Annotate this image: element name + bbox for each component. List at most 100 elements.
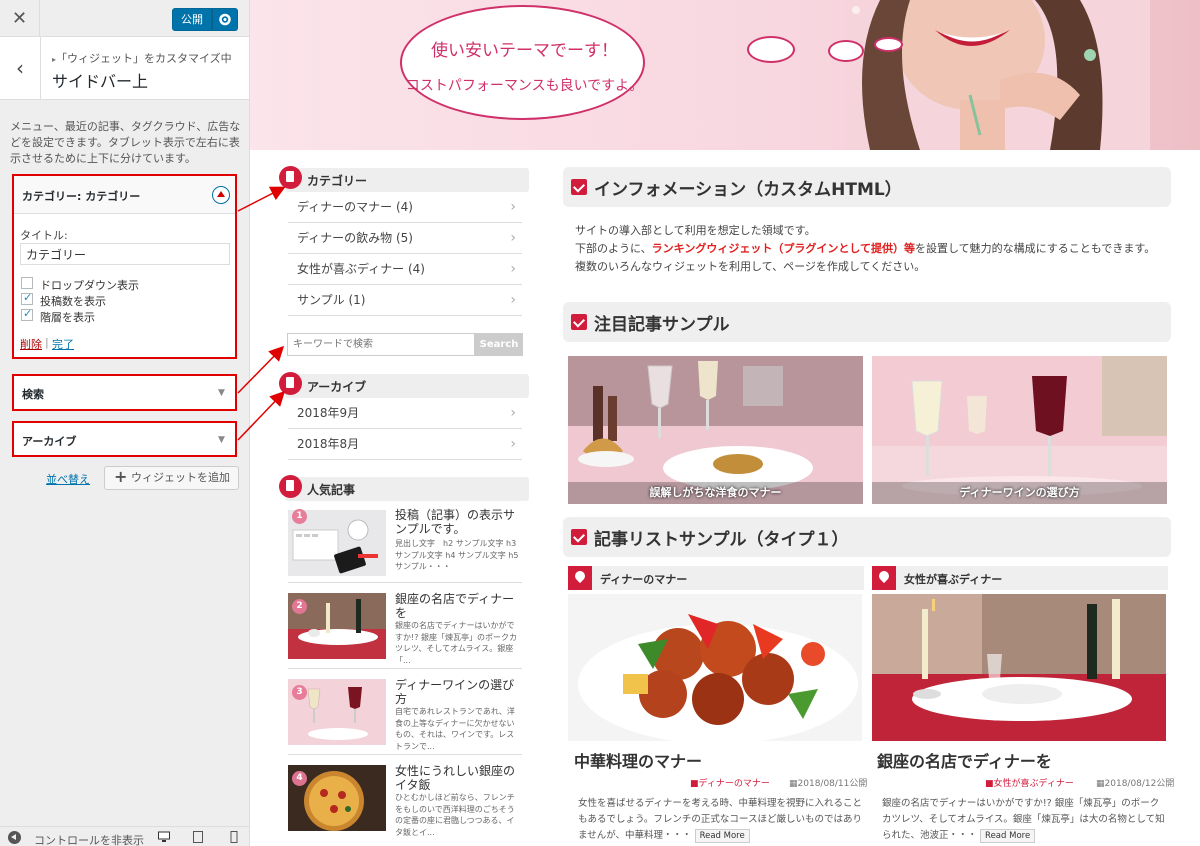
map-pin-icon <box>872 566 896 590</box>
widget-category-header[interactable]: カテゴリー: カテゴリー <box>14 176 235 214</box>
featured-post[interactable]: 誤解しがちな洋食のマナー <box>568 356 863 504</box>
close-icon[interactable]: ✕ <box>0 0 40 37</box>
search-input[interactable] <box>287 333 475 356</box>
breadcrumb: ▸「ウィジェット」をカスタマイズ中 <box>52 52 232 65</box>
checkbox-icon <box>571 529 587 545</box>
title-label: タイトル: <box>20 229 68 242</box>
widget-search[interactable]: 検索 ▼ <box>12 374 237 411</box>
tablet-icon[interactable] <box>192 831 204 843</box>
post-image[interactable] <box>568 594 862 741</box>
thought-bubble <box>874 37 903 52</box>
expand-icon[interactable]: ▼ <box>218 388 225 398</box>
document-icon <box>279 372 302 395</box>
info-paragraph: 下部のように、ランキングウィジェット（プラグインとして提供）等を設置して魅力的な… <box>575 242 1156 273</box>
customizer-panel: ✕ 公開 ‹ ▸「ウィジェット」をカスタマイズ中 サイドバー上 メニュー、最近の… <box>0 0 250 846</box>
post-date: ▦2018/08/12公開 <box>1096 779 1175 789</box>
panel-topbar: ✕ 公開 <box>0 0 249 37</box>
search-button[interactable]: Search <box>475 333 523 356</box>
mobile-icon[interactable] <box>228 831 240 843</box>
category-link[interactable]: ディナーの飲み物 (5) <box>288 223 522 254</box>
post-category-meta[interactable]: ■女性が喜ぶディナー <box>985 776 1074 789</box>
popular-post[interactable]: 3 ディナーワインの選び方 自宅であれレストランであれ、洋食の上等なディナーに欠… <box>288 672 522 755</box>
collapse-icon[interactable] <box>8 831 21 844</box>
thought-bubble <box>747 36 795 63</box>
rank-badge: 4 <box>292 771 307 786</box>
read-more-button[interactable]: Read More <box>694 829 750 843</box>
post-category-bar[interactable]: ディナーのマナー <box>568 566 864 590</box>
speech-bubble: 使い安いテーマでーす！ コストパフォーマンスも良いですよ。 <box>400 5 645 120</box>
section-heading: 記事リストサンプル（タイプ１） <box>594 530 849 550</box>
document-icon <box>279 475 302 498</box>
add-widget-button[interactable]: ウィジェットを追加 <box>104 466 239 490</box>
hide-controls-label[interactable]: コントロールを非表示 <box>34 832 144 846</box>
read-more-button[interactable]: Read More <box>980 829 1036 843</box>
popular-post[interactable]: 4 女性にうれしい銀座のイタ飯 ひとむかしほど前なら、フレンチをもしのいで西洋料… <box>288 758 522 846</box>
reorder-link[interactable]: 並べ替え <box>46 471 90 487</box>
widget-archive[interactable]: アーカイブ ▼ <box>12 421 237 457</box>
section-description: メニュー、最近の記事、タグクラウド、広告などを設定できます。タブレット表示で左右… <box>10 120 241 165</box>
widget-title: カテゴリー: カテゴリー <box>22 190 141 203</box>
popular-post[interactable]: 2 銀座の名店でディナーを 銀座の名店でディナーはいかがですか!? 銀座「煉瓦亭… <box>288 586 522 669</box>
archive-link[interactable]: 2018年9月 <box>288 398 522 429</box>
customizer-app: ✕ 公開 ‹ ▸「ウィジェット」をカスタマイズ中 サイドバー上 メニュー、最近の… <box>0 0 1200 846</box>
gear-icon <box>219 13 231 26</box>
folder-icon: ■ <box>985 779 994 789</box>
popular-excerpt: 見出し文字 h2 サンプル文字 h3 サンプル文字 h4 サンプル文字 h5 サ… <box>395 539 519 571</box>
popular-excerpt: ひとむかしほど前なら、フレンチをもしのいで西洋料理のごちそうの定番の座に君臨しつ… <box>395 793 515 837</box>
widget-heading: アーカイブ <box>307 380 367 394</box>
featured-caption: ディナーワインの選び方 <box>872 482 1167 504</box>
category-link[interactable]: 女性が喜ぶディナー (4) <box>288 254 522 285</box>
expand-icon[interactable]: ▼ <box>218 435 225 445</box>
panel-footer: コントロールを非表示 <box>0 826 249 846</box>
chevron-left-icon: ‹ <box>16 56 24 80</box>
checkbox-icon <box>571 179 587 195</box>
post-date: ▦2018/08/11公開 <box>789 779 868 789</box>
widget-title: 検索 <box>22 388 44 401</box>
add-widget-label: ウィジェットを追加 <box>131 471 230 484</box>
popular-title: 女性にうれしい銀座のイタ飯 <box>395 764 516 792</box>
sidebar-archive-header: アーカイブ <box>279 372 529 398</box>
section-header: ‹ ▸「ウィジェット」をカスタマイズ中 サイドバー上 <box>0 37 249 100</box>
dropdown-checkbox[interactable] <box>21 277 33 289</box>
category-label: ディナーのマナー <box>600 573 688 586</box>
category-link[interactable]: ディナーのマナー (4) <box>288 192 522 223</box>
delete-link[interactable]: 削除 <box>20 336 42 352</box>
done-link[interactable]: 完了 <box>52 336 74 352</box>
info-text: サイトの導入部として利用を想定した領域です。 下部のように、ランキングウィジェッ… <box>575 222 1160 276</box>
publish-button[interactable]: 公開 <box>172 8 212 31</box>
dropdown-label: ドロップダウン表示 <box>40 279 139 292</box>
post-count-checkbox[interactable] <box>21 291 33 305</box>
category-label: 女性が喜ぶディナー <box>904 573 1003 586</box>
rank-badge: 1 <box>292 509 307 524</box>
woman-photo <box>850 0 1150 150</box>
featured-section-header: 注目記事サンプル <box>563 302 1171 342</box>
sweet-and-sour-pork-photo <box>568 594 862 741</box>
post-image[interactable] <box>872 594 1166 741</box>
post-excerpt: 女性を喜ばせるディナーを考える時、中華料理を視野に入れることもあるでしょう。フレ… <box>578 798 863 843</box>
popular-title: 銀座の名店でディナーを <box>395 592 515 620</box>
desktop-icon[interactable] <box>158 831 170 843</box>
publish-settings-button[interactable] <box>212 8 238 31</box>
calendar-icon: ▦ <box>789 779 798 789</box>
calendar-icon: ▦ <box>1096 779 1105 789</box>
post-count-label: 投稿数を表示 <box>40 295 106 308</box>
popular-post[interactable]: 1 投稿（記事）の表示サンプルです。 見出し文字 h2 サンプル文字 h3 サン… <box>288 506 522 583</box>
post-title[interactable]: 中華料理のマナー <box>574 748 702 772</box>
list-section-header: 記事リストサンプル（タイプ１） <box>563 517 1171 557</box>
category-link[interactable]: サンプル (1) <box>288 285 522 316</box>
post-category-meta[interactable]: ■ディナーのマナー <box>690 776 770 789</box>
widget-heading: カテゴリー <box>307 174 368 188</box>
title-input[interactable] <box>20 243 230 265</box>
featured-post[interactable]: ディナーワインの選び方 <box>872 356 1167 504</box>
checkbox-icon <box>571 314 587 330</box>
archive-link[interactable]: 2018年8月 <box>288 429 522 460</box>
rank-badge: 3 <box>292 685 307 700</box>
back-button[interactable]: ‹ <box>0 37 41 100</box>
post-category-bar[interactable]: 女性が喜ぶディナー <box>872 566 1168 590</box>
document-icon <box>279 166 302 189</box>
collapse-widget-button[interactable] <box>212 186 230 204</box>
rank-badge: 2 <box>292 599 307 614</box>
dinner-table-photo <box>872 594 1166 741</box>
post-title[interactable]: 銀座の名店でディナーを <box>877 748 1052 772</box>
hierarchy-checkbox[interactable] <box>21 307 33 321</box>
